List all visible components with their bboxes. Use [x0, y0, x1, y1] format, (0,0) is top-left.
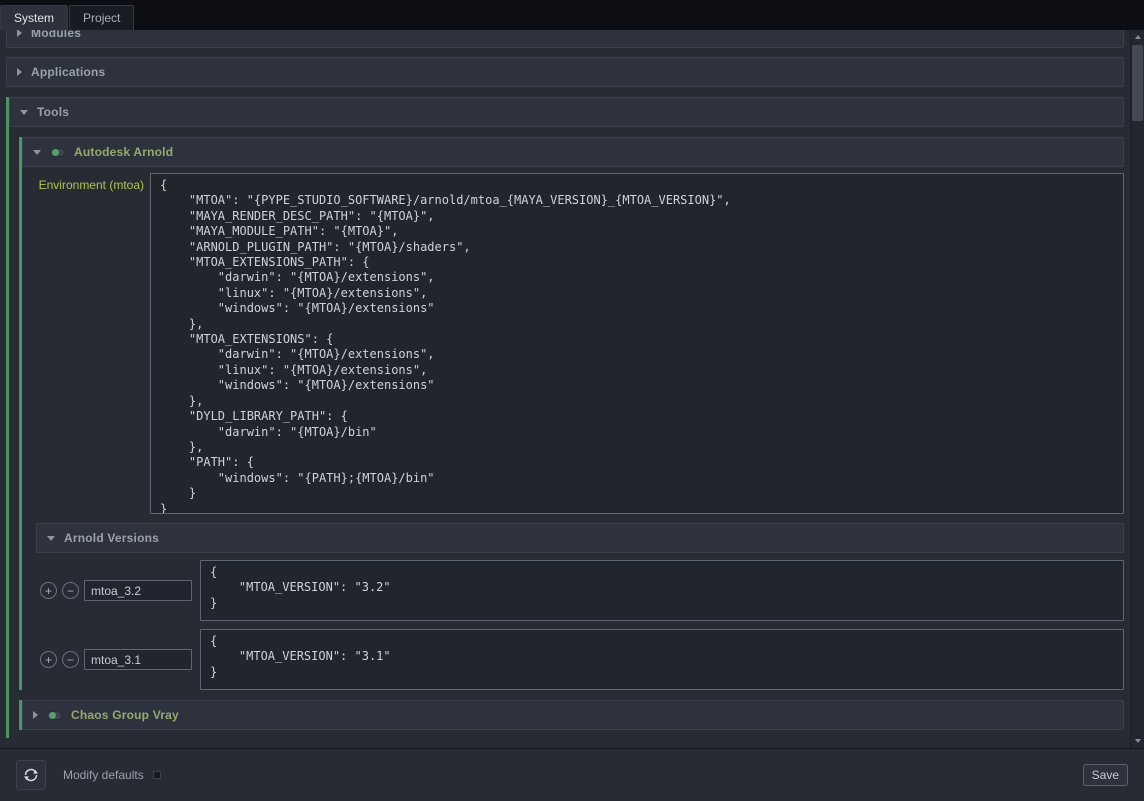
chevron-right-icon	[17, 30, 22, 37]
enabled-toggle-icon[interactable]	[50, 148, 65, 157]
tab-project-label: Project	[83, 11, 120, 25]
add-version-button[interactable]: +	[40, 582, 57, 599]
version-value-textarea[interactable]: { "MTOA_VERSION": "3.2" }	[200, 560, 1124, 621]
version-name-input[interactable]	[84, 649, 192, 670]
tab-system[interactable]: System	[0, 5, 68, 30]
section-title-autodesk-arnold: Autodesk Arnold	[74, 145, 173, 159]
modify-defaults-checkbox[interactable]	[153, 771, 161, 779]
remove-version-button[interactable]: −	[62, 651, 79, 668]
section-header-modules[interactable]: Modules	[6, 30, 1124, 48]
refresh-icon	[23, 767, 39, 783]
section-header-applications[interactable]: Applications	[6, 57, 1124, 87]
tools-body: Autodesk Arnold Environment (mtoa) { "MT…	[9, 127, 1124, 738]
section-title-applications: Applications	[31, 65, 105, 79]
settings-window: System Project Modules Applications Tool…	[0, 0, 1144, 801]
section-title-arnold-versions: Arnold Versions	[64, 531, 159, 545]
settings-panel: Modules Applications Tools	[0, 30, 1144, 748]
environment-mtoa-label: Environment (mtoa)	[26, 173, 144, 192]
chevron-right-icon	[17, 68, 22, 76]
version-row: + − { "MTOA_VERSION": "3.2" }	[40, 560, 1124, 621]
arrow-up-icon	[1135, 35, 1141, 39]
refresh-button[interactable]	[16, 760, 46, 790]
vertical-scrollbar[interactable]	[1130, 30, 1144, 748]
modify-defaults-label: Modify defaults	[63, 768, 144, 782]
footer-bar: Modify defaults Save	[0, 748, 1144, 801]
remove-version-button[interactable]: −	[62, 582, 79, 599]
chevron-right-icon	[33, 711, 38, 719]
add-version-button[interactable]: +	[40, 651, 57, 668]
scroll-content: Modules Applications Tools	[0, 30, 1130, 748]
section-header-arnold-versions[interactable]: Arnold Versions	[36, 523, 1124, 553]
chevron-down-icon	[33, 150, 41, 155]
arrow-down-icon	[1135, 739, 1141, 743]
version-row: + − { "MTOA_VERSION": "3.1" }	[40, 629, 1124, 690]
section-header-tools[interactable]: Tools	[9, 97, 1124, 127]
arnold-versions-group: Arnold Versions + − { "MTOA_VERSION": "3…	[36, 523, 1124, 690]
chevron-down-icon	[47, 536, 55, 541]
environment-mtoa-textarea[interactable]: { "MTOA": "{PYPE_STUDIO_SOFTWARE}/arnold…	[150, 173, 1124, 514]
chevron-down-icon	[20, 110, 28, 115]
section-title-chaos-group-vray: Chaos Group Vray	[71, 708, 179, 722]
tab-project[interactable]: Project	[69, 5, 134, 30]
scrollbar-thumb[interactable]	[1132, 45, 1143, 121]
section-header-autodesk-arnold[interactable]: Autodesk Arnold	[22, 137, 1124, 167]
environment-row: Environment (mtoa) { "MTOA": "{PYPE_STUD…	[26, 173, 1124, 514]
tab-system-label: System	[14, 11, 54, 25]
version-value-textarea[interactable]: { "MTOA_VERSION": "3.1" }	[200, 629, 1124, 690]
section-title-modules: Modules	[31, 30, 81, 40]
scrollbar-up-button[interactable]	[1131, 30, 1144, 44]
scrollbar-down-button[interactable]	[1131, 734, 1144, 748]
arnold-versions-body: + − { "MTOA_VERSION": "3.2" } + −	[36, 553, 1124, 690]
tab-bar: System Project	[0, 0, 1144, 30]
save-button[interactable]: Save	[1083, 764, 1128, 786]
enabled-toggle-icon[interactable]	[47, 711, 62, 720]
autodesk-arnold-group: Autodesk Arnold Environment (mtoa) { "MT…	[19, 137, 1124, 690]
section-tools-group: Tools Autodesk Arnold Enviro	[6, 97, 1124, 738]
section-title-tools: Tools	[37, 105, 69, 119]
section-header-chaos-group-vray[interactable]: Chaos Group Vray	[22, 700, 1124, 730]
version-name-input[interactable]	[84, 580, 192, 601]
chaos-group-vray-group: Chaos Group Vray	[19, 700, 1124, 730]
autodesk-arnold-body: Environment (mtoa) { "MTOA": "{PYPE_STUD…	[22, 167, 1124, 690]
